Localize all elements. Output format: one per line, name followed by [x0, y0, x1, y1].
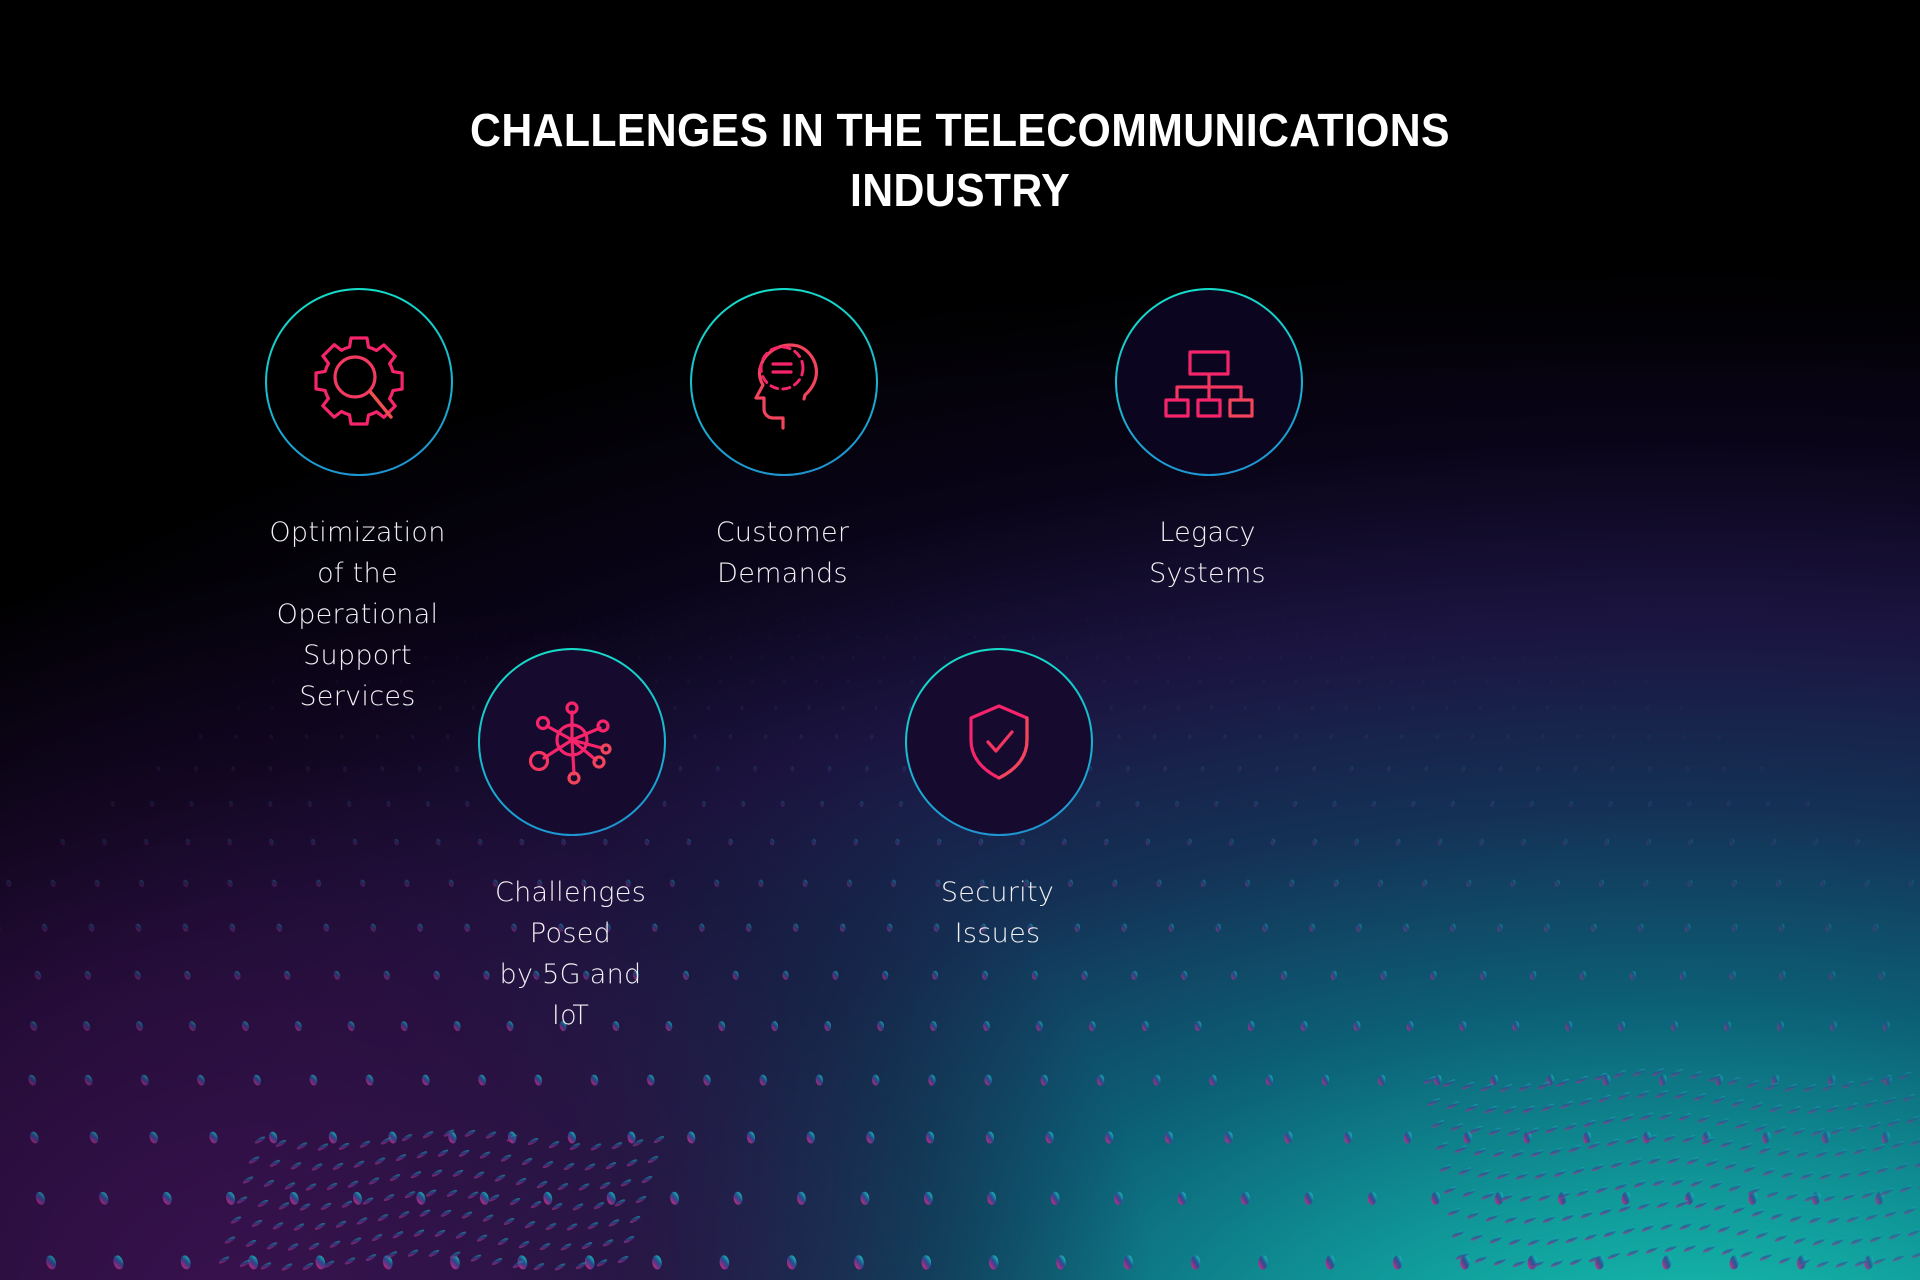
card-label-security-issues: Security Issues — [940, 877, 1055, 949]
icon-ring-customer-demands — [690, 288, 878, 476]
card-label-customer-demands: Customer Demands — [715, 517, 850, 589]
card-optimization[interactable]: Optimization of the Operational Support … — [265, 288, 453, 717]
network-nodes-icon — [528, 701, 612, 785]
infographic-canvas: CHALLENGES IN THE TELECOMMUNICATIONS IND… — [0, 0, 1920, 1280]
icon-ring-legacy-systems — [1115, 288, 1303, 476]
card-label-legacy-systems: Legacy Systems — [1149, 517, 1266, 589]
gear-magnifier-icon — [314, 336, 404, 426]
card-customer-demands[interactable]: Customer Demands — [690, 288, 878, 594]
page-title-line-2: INDUSTRY — [849, 164, 1071, 216]
card-security-issues[interactable]: Security Issues — [905, 648, 1093, 954]
card-label-optimization: Optimization of the Operational Support … — [269, 517, 446, 712]
shield-check-icon — [969, 704, 1029, 780]
card-5g-iot[interactable]: Challenges Posed by 5G and IoT — [478, 648, 666, 1036]
page-title: CHALLENGES IN THE TELECOMMUNICATIONS IND… — [67, 100, 1853, 220]
head-profile-icon — [754, 343, 819, 430]
hierarchy-chart-icon — [1164, 350, 1254, 418]
icon-ring-5g-iot — [478, 648, 666, 836]
card-legacy-systems[interactable]: Legacy Systems — [1115, 288, 1303, 594]
icon-ring-security-issues — [905, 648, 1093, 836]
icon-ring-optimization — [265, 288, 453, 476]
page-title-line-1: CHALLENGES IN THE TELECOMMUNICATIONS — [470, 104, 1450, 156]
card-label-5g-iot: Challenges Posed by 5G and IoT — [494, 877, 647, 1031]
